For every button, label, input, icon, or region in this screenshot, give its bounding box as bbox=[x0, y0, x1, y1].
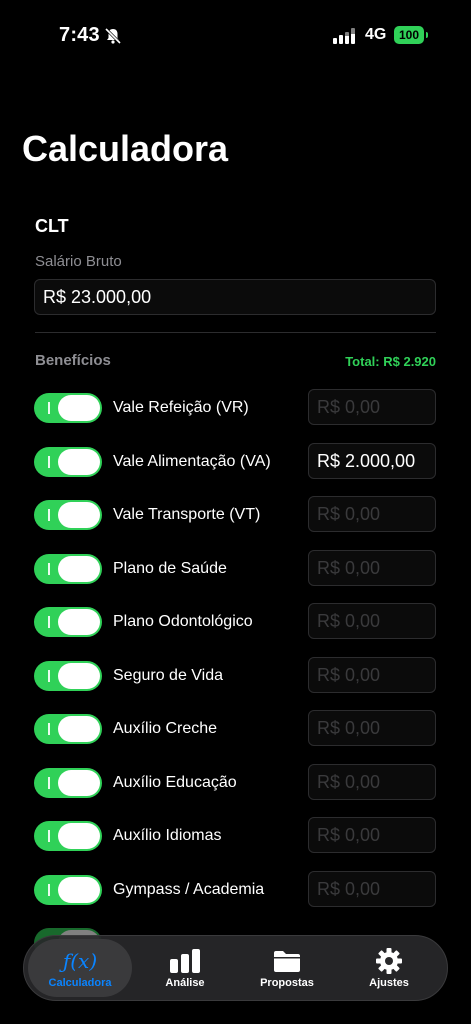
bar-chart-icon bbox=[168, 948, 202, 974]
benefit-value-input[interactable]: R$ 0,00 bbox=[308, 603, 436, 639]
benefit-label: Vale Refeição (VR) bbox=[113, 399, 249, 416]
tab-analise[interactable]: Análise bbox=[133, 936, 237, 1000]
tab-label: Propostas bbox=[260, 977, 314, 989]
battery-icon: 100 bbox=[394, 26, 424, 44]
benefit-row: Vale Transporte (VT) R$ 0,00 bbox=[34, 495, 436, 532]
benefit-label: Gympass / Academia bbox=[113, 881, 265, 898]
benefit-value-input[interactable]: R$ 0,00 bbox=[308, 764, 436, 800]
status-bar: 7:43 4G 100 bbox=[0, 0, 471, 70]
benefit-toggle[interactable] bbox=[34, 768, 102, 798]
benefit-toggle[interactable] bbox=[34, 554, 102, 584]
signal-icon bbox=[333, 28, 355, 44]
benefit-row: Auxílio Creche R$ 0,00 bbox=[34, 709, 436, 746]
benefit-label: Plano de Saúde bbox=[113, 560, 227, 577]
benefit-label: Plano Odontológico bbox=[113, 613, 253, 630]
benefit-value-input[interactable]: R$ 2.000,00 bbox=[308, 443, 436, 479]
benefit-value-input[interactable]: R$ 0,00 bbox=[308, 496, 436, 532]
battery-tip bbox=[426, 32, 428, 38]
gear-icon bbox=[375, 948, 403, 974]
section-title-clt: CLT bbox=[35, 216, 69, 236]
tab-propostas[interactable]: Propostas bbox=[235, 936, 339, 1000]
benefit-row: Auxílio Educação R$ 0,00 bbox=[34, 763, 436, 800]
folder-icon bbox=[272, 948, 302, 974]
network-type: 4G bbox=[365, 26, 387, 43]
benefit-toggle[interactable] bbox=[34, 661, 102, 691]
tab-bar: ƒ(x) Calculadora Análise Propostas Ajust… bbox=[23, 935, 448, 1001]
benefit-label: Seguro de Vida bbox=[113, 667, 224, 684]
benefit-row: Gympass / Academia R$ 0,00 bbox=[34, 870, 436, 907]
benefit-value-input[interactable]: R$ 0,00 bbox=[308, 710, 436, 746]
divider bbox=[35, 332, 436, 333]
benefit-row: Vale Alimentação (VA) R$ 2.000,00 bbox=[34, 442, 436, 479]
function-icon: ƒ(x) bbox=[62, 949, 98, 973]
benefit-value-input[interactable]: R$ 0,00 bbox=[308, 657, 436, 693]
benefit-label: Auxílio Creche bbox=[113, 720, 218, 737]
benefit-row: Plano de Saúde R$ 0,00 bbox=[34, 549, 436, 586]
benefit-label: Vale Alimentação (VA) bbox=[113, 453, 271, 470]
benefit-toggle[interactable] bbox=[34, 875, 102, 905]
benefit-toggle[interactable] bbox=[34, 447, 102, 477]
benefit-toggle[interactable] bbox=[34, 393, 102, 423]
benefit-value-input[interactable]: R$ 0,00 bbox=[308, 817, 436, 853]
benefit-toggle[interactable] bbox=[34, 607, 102, 637]
benefit-value-input[interactable]: R$ 0,00 bbox=[308, 871, 436, 907]
tab-label: Ajustes bbox=[369, 977, 409, 989]
benefit-toggle[interactable] bbox=[34, 821, 102, 851]
benefit-value-input[interactable]: R$ 0,00 bbox=[308, 389, 436, 425]
benefit-label: Auxílio Idiomas bbox=[113, 827, 222, 844]
benefit-row: Seguro de Vida R$ 0,00 bbox=[34, 656, 436, 693]
salary-label: Salário Bruto bbox=[35, 253, 122, 270]
tab-label: Calculadora bbox=[48, 977, 112, 989]
benefit-row: Plano Odontológico R$ 0,00 bbox=[34, 602, 436, 639]
benefit-toggle[interactable] bbox=[34, 714, 102, 744]
salary-input[interactable]: R$ 23.000,00 bbox=[34, 279, 436, 315]
benefits-total: Total: R$ 2.920 bbox=[345, 354, 436, 369]
benefit-value-input[interactable]: R$ 0,00 bbox=[308, 550, 436, 586]
tab-label: Análise bbox=[165, 977, 205, 989]
benefit-label: Auxílio Educação bbox=[113, 774, 237, 791]
benefit-row: Vale Refeição (VR) R$ 0,00 bbox=[34, 388, 436, 425]
status-time: 7:43 bbox=[59, 24, 100, 46]
benefits-title: Benefícios bbox=[35, 352, 111, 369]
page-title: Calculadora bbox=[22, 128, 229, 169]
benefit-row: Auxílio Idiomas R$ 0,00 bbox=[34, 816, 436, 853]
benefit-toggle[interactable] bbox=[34, 500, 102, 530]
tab-ajustes[interactable]: Ajustes bbox=[337, 936, 441, 1000]
benefit-label: Vale Transporte (VT) bbox=[113, 506, 261, 523]
tab-calculadora[interactable]: ƒ(x) Calculadora bbox=[28, 939, 132, 997]
bell-slash-icon bbox=[104, 27, 122, 45]
